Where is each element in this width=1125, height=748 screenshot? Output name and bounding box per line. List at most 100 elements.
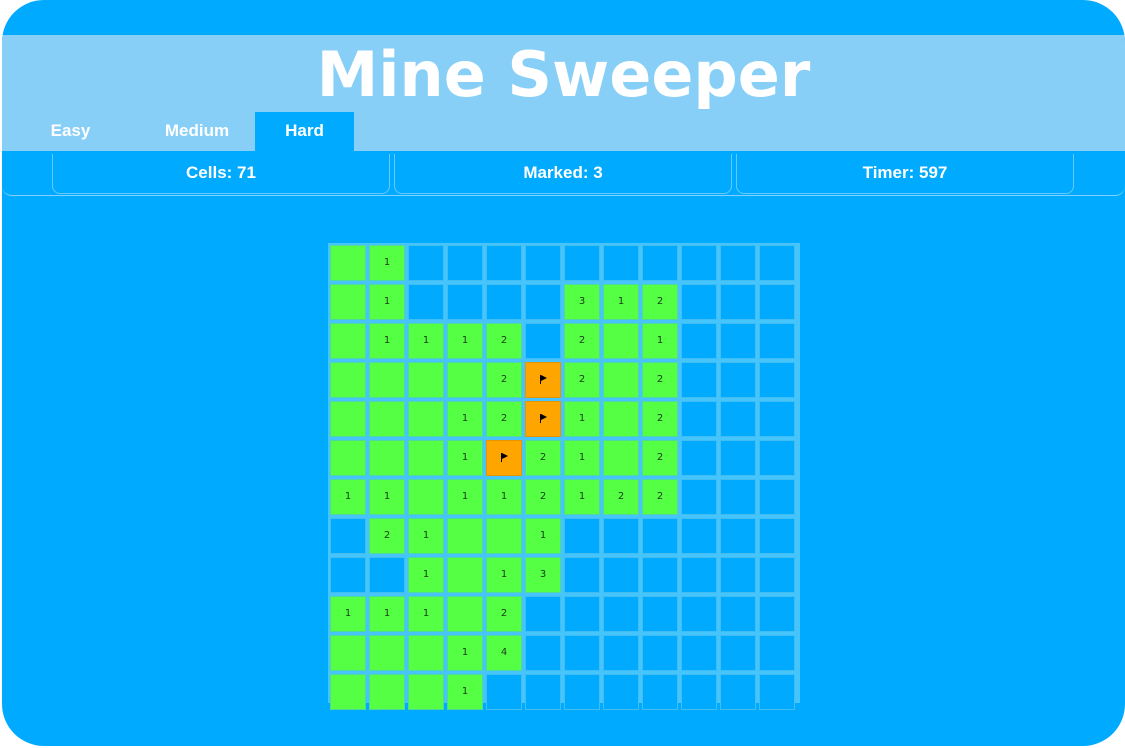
- revealed-cell[interactable]: [369, 362, 405, 398]
- number-cell[interactable]: 2: [486, 362, 522, 398]
- hidden-cell[interactable]: [330, 518, 366, 554]
- hidden-cell[interactable]: [759, 635, 795, 671]
- hidden-cell[interactable]: [408, 245, 444, 281]
- number-cell[interactable]: 1: [486, 479, 522, 515]
- revealed-cell[interactable]: [408, 479, 444, 515]
- number-cell[interactable]: 3: [525, 557, 561, 593]
- revealed-cell[interactable]: [408, 440, 444, 476]
- hidden-cell[interactable]: [720, 362, 756, 398]
- number-cell[interactable]: 1: [408, 596, 444, 632]
- hidden-cell[interactable]: [759, 440, 795, 476]
- revealed-cell[interactable]: [603, 323, 639, 359]
- number-cell[interactable]: 2: [564, 362, 600, 398]
- hidden-cell[interactable]: [681, 245, 717, 281]
- hidden-cell[interactable]: [720, 596, 756, 632]
- number-cell[interactable]: 1: [447, 401, 483, 437]
- number-cell[interactable]: 3: [564, 284, 600, 320]
- revealed-cell[interactable]: [447, 557, 483, 593]
- number-cell[interactable]: 2: [642, 401, 678, 437]
- number-cell[interactable]: 4: [486, 635, 522, 671]
- hidden-cell[interactable]: [681, 635, 717, 671]
- hidden-cell[interactable]: [759, 284, 795, 320]
- hidden-cell[interactable]: [564, 245, 600, 281]
- hidden-cell[interactable]: [681, 596, 717, 632]
- hidden-cell[interactable]: [642, 557, 678, 593]
- hidden-cell[interactable]: [603, 245, 639, 281]
- tab-hard[interactable]: Hard: [255, 112, 354, 151]
- hidden-cell[interactable]: [681, 479, 717, 515]
- number-cell[interactable]: 1: [369, 284, 405, 320]
- hidden-cell[interactable]: [603, 596, 639, 632]
- revealed-cell[interactable]: [330, 245, 366, 281]
- revealed-cell[interactable]: [369, 635, 405, 671]
- revealed-cell[interactable]: [447, 518, 483, 554]
- hidden-cell[interactable]: [720, 635, 756, 671]
- hidden-cell[interactable]: [564, 518, 600, 554]
- revealed-cell[interactable]: [330, 362, 366, 398]
- hidden-cell[interactable]: [447, 245, 483, 281]
- hidden-cell[interactable]: [564, 557, 600, 593]
- hidden-cell[interactable]: [759, 362, 795, 398]
- number-cell[interactable]: 2: [642, 440, 678, 476]
- revealed-cell[interactable]: [330, 674, 366, 710]
- number-cell[interactable]: 1: [408, 557, 444, 593]
- hidden-cell[interactable]: [486, 284, 522, 320]
- number-cell[interactable]: 1: [447, 323, 483, 359]
- revealed-cell[interactable]: [603, 362, 639, 398]
- hidden-cell[interactable]: [759, 596, 795, 632]
- hidden-cell[interactable]: [720, 323, 756, 359]
- flagged-cell[interactable]: [525, 362, 561, 398]
- hidden-cell[interactable]: [642, 596, 678, 632]
- hidden-cell[interactable]: [564, 674, 600, 710]
- number-cell[interactable]: 2: [525, 440, 561, 476]
- hidden-cell[interactable]: [525, 245, 561, 281]
- number-cell[interactable]: 2: [486, 401, 522, 437]
- hidden-cell[interactable]: [642, 518, 678, 554]
- number-cell[interactable]: 1: [642, 323, 678, 359]
- hidden-cell[interactable]: [759, 479, 795, 515]
- number-cell[interactable]: 2: [642, 284, 678, 320]
- number-cell[interactable]: 1: [447, 440, 483, 476]
- hidden-cell[interactable]: [720, 479, 756, 515]
- hidden-cell[interactable]: [603, 635, 639, 671]
- hidden-cell[interactable]: [759, 323, 795, 359]
- tab-medium[interactable]: Medium: [139, 112, 255, 151]
- hidden-cell[interactable]: [759, 557, 795, 593]
- hidden-cell[interactable]: [759, 518, 795, 554]
- number-cell[interactable]: 1: [330, 479, 366, 515]
- hidden-cell[interactable]: [603, 557, 639, 593]
- number-cell[interactable]: 1: [564, 401, 600, 437]
- number-cell[interactable]: 1: [447, 635, 483, 671]
- revealed-cell[interactable]: [369, 440, 405, 476]
- number-cell[interactable]: 1: [330, 596, 366, 632]
- hidden-cell[interactable]: [642, 245, 678, 281]
- hidden-cell[interactable]: [681, 518, 717, 554]
- number-cell[interactable]: 2: [603, 479, 639, 515]
- hidden-cell[interactable]: [486, 245, 522, 281]
- revealed-cell[interactable]: [408, 362, 444, 398]
- number-cell[interactable]: 1: [408, 323, 444, 359]
- number-cell[interactable]: 1: [603, 284, 639, 320]
- revealed-cell[interactable]: [369, 674, 405, 710]
- revealed-cell[interactable]: [603, 401, 639, 437]
- revealed-cell[interactable]: [486, 518, 522, 554]
- number-cell[interactable]: 1: [408, 518, 444, 554]
- revealed-cell[interactable]: [330, 284, 366, 320]
- revealed-cell[interactable]: [330, 401, 366, 437]
- number-cell[interactable]: 1: [486, 557, 522, 593]
- number-cell[interactable]: 2: [564, 323, 600, 359]
- hidden-cell[interactable]: [603, 674, 639, 710]
- revealed-cell[interactable]: [408, 674, 444, 710]
- revealed-cell[interactable]: [447, 596, 483, 632]
- number-cell[interactable]: 2: [642, 362, 678, 398]
- hidden-cell[interactable]: [525, 596, 561, 632]
- tab-easy[interactable]: Easy: [2, 112, 139, 151]
- hidden-cell[interactable]: [681, 323, 717, 359]
- hidden-cell[interactable]: [759, 674, 795, 710]
- hidden-cell[interactable]: [642, 674, 678, 710]
- revealed-cell[interactable]: [369, 401, 405, 437]
- hidden-cell[interactable]: [720, 440, 756, 476]
- hidden-cell[interactable]: [330, 557, 366, 593]
- hidden-cell[interactable]: [603, 518, 639, 554]
- number-cell[interactable]: 1: [369, 323, 405, 359]
